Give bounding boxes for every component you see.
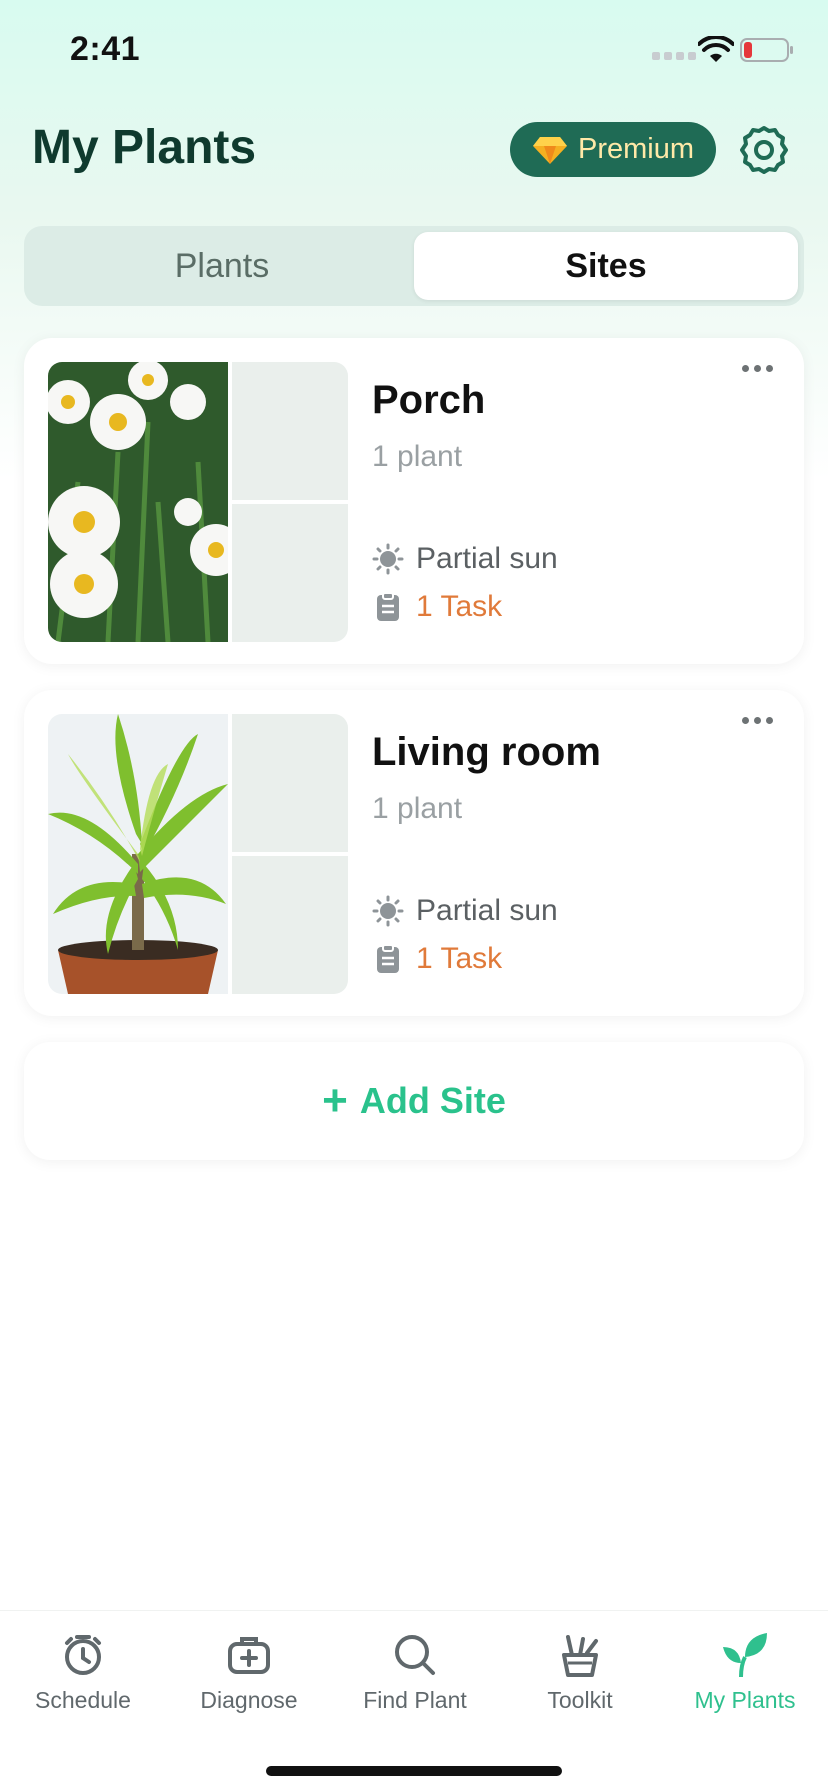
site-plant-count: 1 plant	[372, 440, 463, 473]
living-room-plant-photo	[48, 714, 228, 994]
tab-label: Diagnose	[200, 1687, 298, 1713]
tab-toolkit[interactable]: Toolkit	[497, 1631, 663, 1731]
site-plant-count: 1 plant	[372, 792, 463, 825]
tab-my-plants[interactable]: My Plants	[662, 1631, 828, 1731]
site-tasks[interactable]: 1 Task	[372, 590, 502, 624]
leaf-icon	[723, 1633, 767, 1678]
site-name: Living room	[372, 730, 601, 774]
tab-schedule[interactable]: Schedule	[0, 1631, 166, 1731]
premium-button[interactable]: Premium	[510, 122, 716, 177]
diamond-icon	[532, 136, 567, 164]
clipboard-icon	[377, 592, 399, 621]
site-card-porch[interactable]: Porch 1 plant Partial sun 1 Task	[24, 338, 804, 664]
tab-label: My Plants	[694, 1687, 796, 1713]
tab-sites[interactable]: Sites	[414, 232, 798, 300]
tab-plants[interactable]: Plants	[30, 232, 414, 300]
site-card-living-room[interactable]: Living room 1 plant Partial sun 1 Task	[24, 690, 804, 1016]
tab-find-plant[interactable]: Find Plant	[332, 1631, 498, 1731]
porch-plant-photo	[48, 362, 228, 642]
status-time: 2:41	[70, 30, 141, 68]
search-icon	[395, 1635, 435, 1675]
status-bar: 2:41	[0, 0, 828, 100]
site-photo-grid	[48, 714, 348, 994]
wifi-icon	[698, 36, 734, 62]
tab-label: Toolkit	[547, 1687, 613, 1713]
add-site-label: Add Site	[359, 1080, 506, 1121]
settings-gear-icon[interactable]	[738, 124, 790, 176]
medical-kit-icon	[228, 1637, 270, 1674]
site-light: Partial sun	[372, 894, 558, 928]
plant-pot-tools-icon	[562, 1635, 598, 1677]
sun-icon	[372, 895, 404, 927]
tab-bar: Schedule Diagnose Find Plant Toolkit My …	[0, 1610, 828, 1792]
site-tasks[interactable]: 1 Task	[372, 942, 502, 976]
home-indicator	[266, 1766, 562, 1776]
empty-photo-slot	[232, 504, 348, 642]
tab-diagnose[interactable]: Diagnose	[166, 1631, 332, 1731]
empty-photo-slot	[232, 856, 348, 994]
premium-label: Premium	[577, 133, 694, 165]
tab-label: Schedule	[35, 1687, 131, 1713]
empty-photo-slot	[232, 362, 348, 500]
empty-photo-slot	[232, 714, 348, 852]
more-options-icon[interactable]	[742, 710, 782, 730]
battery-icon	[740, 38, 793, 62]
add-site-button[interactable]: + Add Site	[24, 1042, 804, 1160]
sun-icon	[372, 543, 404, 575]
cellular-signal-icon	[652, 52, 696, 60]
site-name: Porch	[372, 378, 486, 422]
tab-label: Find Plant	[363, 1687, 467, 1713]
plus-icon: +	[322, 1076, 348, 1125]
site-light-label: Partial sun	[416, 894, 558, 927]
site-light: Partial sun	[372, 542, 558, 576]
alarm-clock-icon	[65, 1635, 101, 1675]
more-options-icon[interactable]	[742, 358, 782, 378]
clipboard-icon	[377, 944, 399, 973]
site-photo-grid	[48, 362, 348, 642]
site-task-label: 1 Task	[416, 590, 503, 623]
site-task-label: 1 Task	[416, 942, 503, 975]
site-light-label: Partial sun	[416, 542, 558, 575]
segmented-control: Plants Sites	[24, 226, 804, 306]
page-title: My Plants	[32, 121, 257, 174]
